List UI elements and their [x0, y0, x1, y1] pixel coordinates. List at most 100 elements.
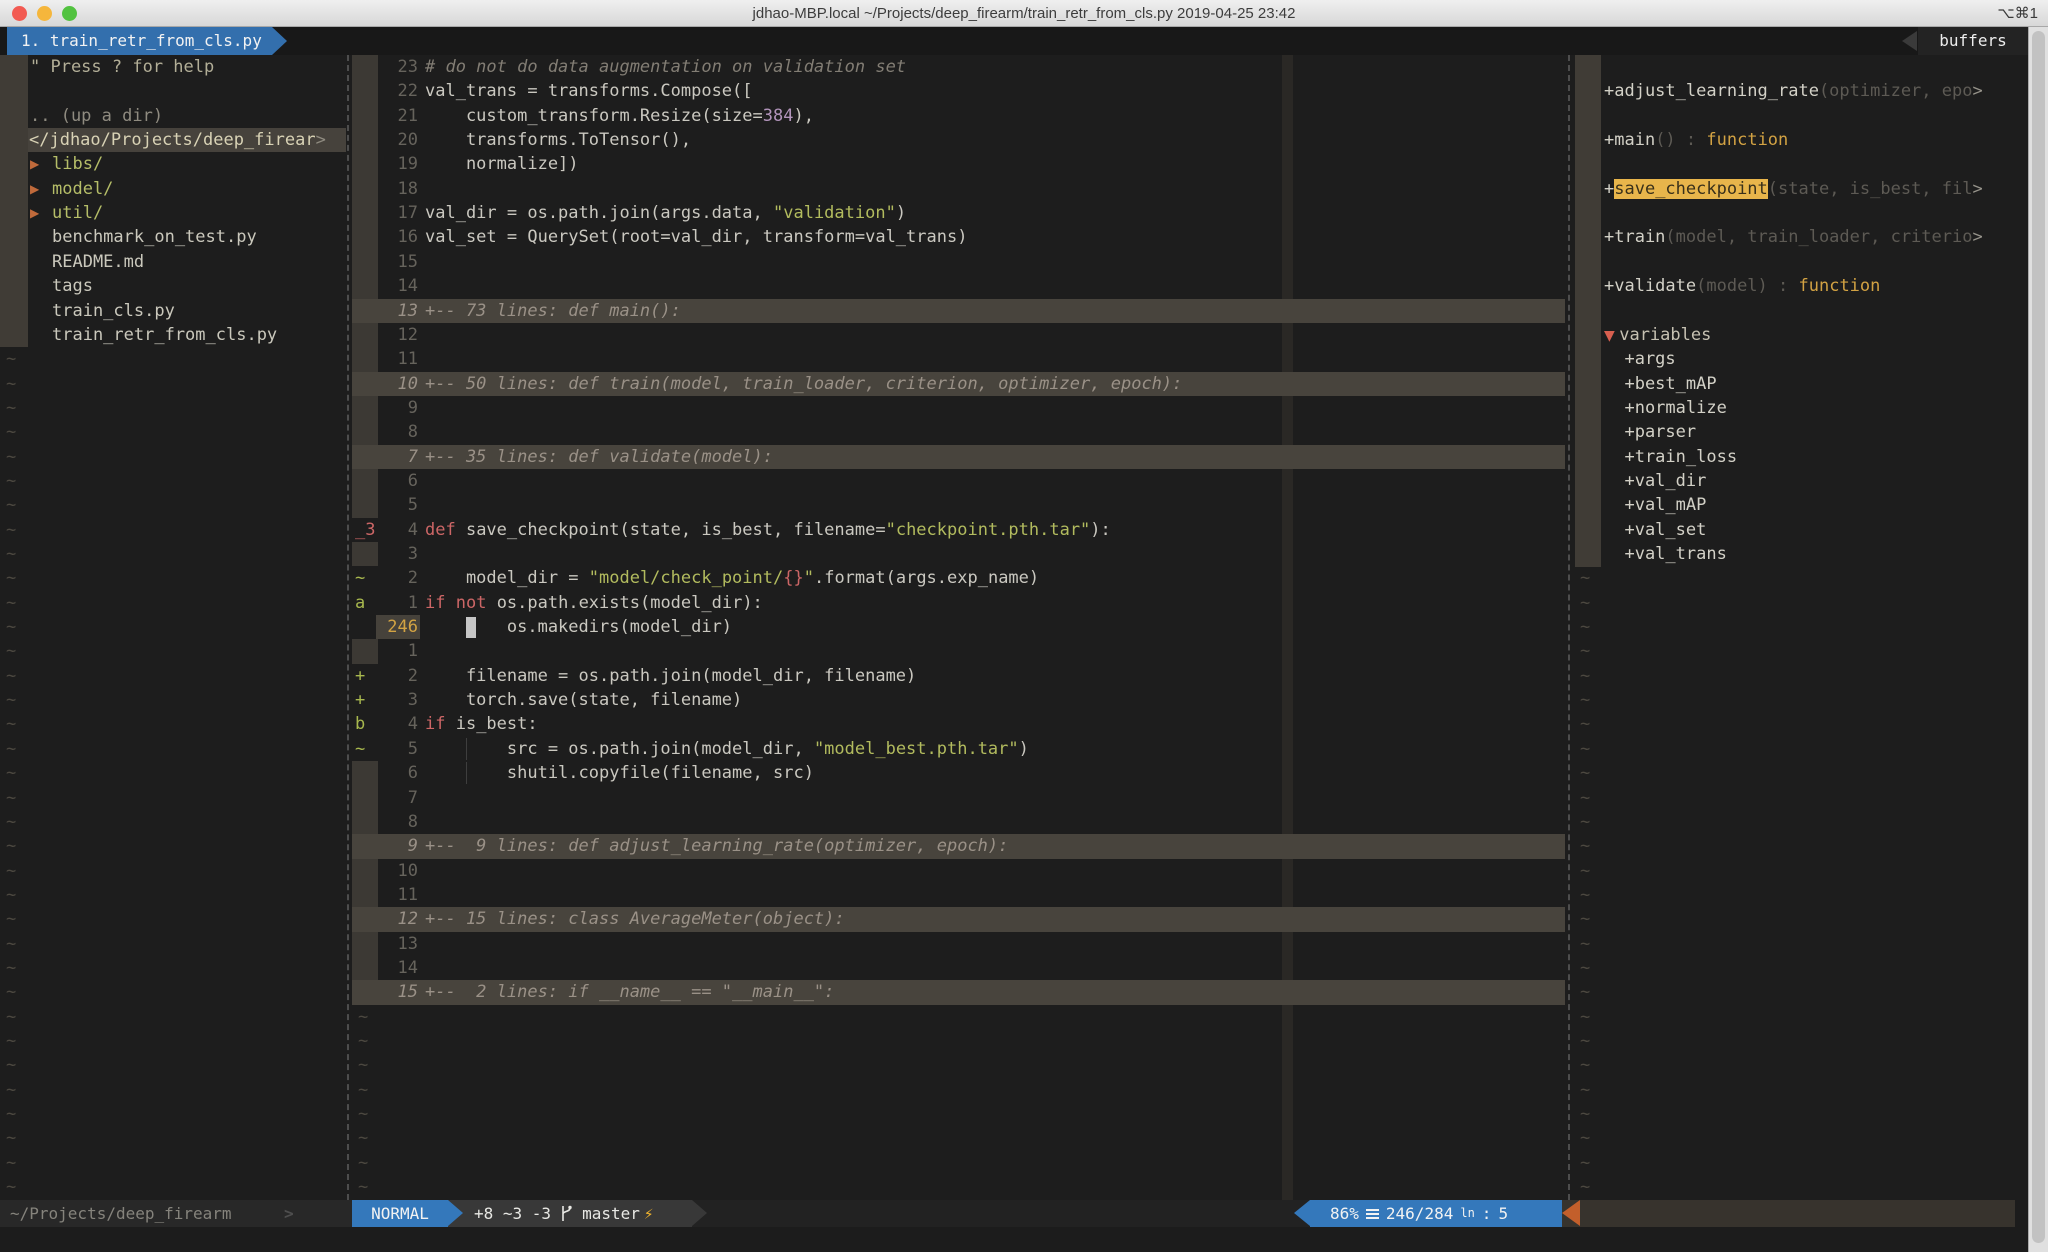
code-line[interactable]: 14	[352, 956, 1565, 980]
window-separator-left[interactable]	[347, 55, 349, 1200]
code-line[interactable]: 15+-- 2 lines: if __name__ == "__main__"…	[352, 980, 1565, 1004]
buffers-label[interactable]: buffers	[1918, 27, 2028, 55]
tag-item[interactable]: +train(model, train_loader, criterio>	[1575, 225, 2028, 249]
fold-text: +-- 35 lines: def validate(model):	[425, 445, 773, 469]
tag-item[interactable]: ▼ variables	[1575, 323, 2028, 347]
line-number: 16	[378, 225, 418, 249]
line-number: 7	[378, 786, 418, 810]
code-line[interactable]: 9+-- 9 lines: def adjust_learning_rate(o…	[352, 834, 1565, 858]
code-line[interactable]: 246 os.makedirs(model_dir)	[352, 615, 1565, 639]
code-line[interactable]: 11	[352, 883, 1565, 907]
tilde-marker: ~	[358, 1151, 368, 1175]
tag-item[interactable]: +save_checkpoint(state, is_best, fil>	[1575, 177, 2028, 201]
tab-current-buffer[interactable]: 1. train_retr_from_cls.py	[7, 27, 272, 55]
tilde-marker: ~	[1580, 980, 1590, 1004]
code-line[interactable]: 11	[352, 347, 1565, 371]
tree-item[interactable]: ▶model/	[0, 177, 346, 201]
code-line[interactable]: +2 filename = os.path.join(model_dir, fi…	[352, 664, 1565, 688]
tag-item[interactable]	[1575, 104, 2028, 128]
tag-item[interactable]	[1575, 299, 2028, 323]
code-line[interactable]: 3	[352, 542, 1565, 566]
code-line[interactable]: 15	[352, 250, 1565, 274]
code-line[interactable]: 9	[352, 396, 1565, 420]
tree-item[interactable]: benchmark_on_test.py	[0, 225, 346, 249]
code-line[interactable]: 10	[352, 859, 1565, 883]
code-line[interactable]: 20 transforms.ToTensor(),	[352, 128, 1565, 152]
scrollbar-track[interactable]	[2028, 27, 2048, 1252]
tree-item[interactable]: train_cls.py	[0, 299, 346, 323]
code-text: filename = os.path.join(model_dir, filen…	[425, 664, 916, 688]
tag-item[interactable]: +validate(model) : function	[1575, 274, 2028, 298]
tilde-marker: ~	[358, 1078, 368, 1102]
tree-item[interactable]: tags	[0, 274, 346, 298]
tree-item[interactable]: </jdhao/Projects/deep_firear>	[0, 128, 346, 152]
command-line[interactable]	[0, 1227, 2048, 1252]
tree-item[interactable]	[0, 79, 346, 103]
code-text: val_set = QuerySet(root=val_dir, transfo…	[425, 225, 967, 249]
scrollbar-thumb[interactable]	[2032, 31, 2045, 1243]
code-line[interactable]: 12+-- 15 lines: class AverageMeter(objec…	[352, 907, 1565, 931]
code-line[interactable]: 6 shutil.copyfile(filename, src)	[352, 761, 1565, 785]
tag-item[interactable]: +adjust_learning_rate(optimizer, epo>	[1575, 79, 2028, 103]
code-editor[interactable]: 23# do not do data augmentation on valid…	[352, 55, 1565, 1200]
code-line[interactable]: 22val_trans = transforms.Compose([	[352, 79, 1565, 103]
tag-item[interactable]: +parser	[1575, 420, 2028, 444]
fold-open-icon: ▼	[1604, 328, 1619, 344]
code-text: torch.save(state, filename)	[425, 688, 742, 712]
code-line[interactable]: 7	[352, 786, 1565, 810]
code-line[interactable]: 1	[352, 639, 1565, 663]
code-line[interactable]: 14	[352, 274, 1565, 298]
code-line[interactable]: 10+-- 50 lines: def train(model, train_l…	[352, 372, 1565, 396]
line-position: 246/284	[1386, 1200, 1453, 1227]
tree-item[interactable]: train_retr_from_cls.py	[0, 323, 346, 347]
tag-text: +normalize	[1604, 396, 1727, 420]
sign-cell: _3	[352, 518, 378, 542]
tag-item[interactable]: +val_set	[1575, 518, 2028, 542]
tilde-marker: ~	[1580, 907, 1590, 931]
tag-item[interactable]: +best_mAP	[1575, 372, 2028, 396]
tree-item[interactable]: .. (up a dir)	[0, 104, 346, 128]
code-line[interactable]: ~2 model_dir = "model/check_point/{}".fo…	[352, 566, 1565, 590]
tag-item[interactable]: +val_dir	[1575, 469, 2028, 493]
code-line[interactable]: 23# do not do data augmentation on valid…	[352, 55, 1565, 79]
code-line[interactable]: a1if not os.path.exists(model_dir):	[352, 591, 1565, 615]
code-line[interactable]: 8	[352, 420, 1565, 444]
code-line[interactable]: 6	[352, 469, 1565, 493]
branch-name: master	[582, 1200, 640, 1227]
tag-item[interactable]: +args	[1575, 347, 2028, 371]
code-line[interactable]: 13	[352, 932, 1565, 956]
window-separator-right[interactable]	[1568, 55, 1570, 1200]
statusline-git-segment: +8 ~3 -3 master ⚡	[448, 1200, 692, 1227]
tree-item[interactable]: ▶libs/	[0, 152, 346, 176]
tag-item[interactable]	[1575, 201, 2028, 225]
code-line[interactable]: ~5 src = os.path.join(model_dir, "model_…	[352, 737, 1565, 761]
code-line[interactable]: 5	[352, 493, 1565, 517]
tag-item[interactable]: +train_loss	[1575, 445, 2028, 469]
tree-item[interactable]: README.md	[0, 250, 346, 274]
tree-item[interactable]: " Press ? for help	[0, 55, 346, 79]
code-line[interactable]: 17val_dir = os.path.join(args.data, "val…	[352, 201, 1565, 225]
code-line[interactable]: b4if is_best:	[352, 712, 1565, 736]
tag-item[interactable]	[1575, 152, 2028, 176]
tag-item[interactable]: +main() : function	[1575, 128, 2028, 152]
tag-item[interactable]	[1575, 250, 2028, 274]
tree-item[interactable]: ▶util/	[0, 201, 346, 225]
tag-text: +parser	[1604, 420, 1696, 444]
code-line[interactable]: 8	[352, 810, 1565, 834]
code-line[interactable]: 18	[352, 177, 1565, 201]
tag-text: +val_trans	[1604, 542, 1727, 566]
tag-item[interactable]: +val_mAP	[1575, 493, 2028, 517]
code-line[interactable]: 7+-- 35 lines: def validate(model):	[352, 445, 1565, 469]
code-line[interactable]: 19 normalize])	[352, 152, 1565, 176]
code-line[interactable]: 12	[352, 323, 1565, 347]
code-line[interactable]: 13+-- 73 lines: def main():	[352, 299, 1565, 323]
code-line[interactable]: 16 val_set = QuerySet(root=val_dir, trans…	[352, 225, 1565, 249]
code-line[interactable]: +3 torch.save(state, filename)	[352, 688, 1565, 712]
code-line[interactable]: _34def save_checkpoint(state, is_best, f…	[352, 518, 1565, 542]
line-number: 8	[378, 420, 418, 444]
gutter-sign: ~	[355, 739, 365, 759]
tag-item[interactable]	[1575, 55, 2028, 79]
code-line[interactable]: 21 custom_transform.Resize(size=384),	[352, 104, 1565, 128]
tag-item[interactable]: +normalize	[1575, 396, 2028, 420]
tag-item[interactable]: +val_trans	[1575, 542, 2028, 566]
